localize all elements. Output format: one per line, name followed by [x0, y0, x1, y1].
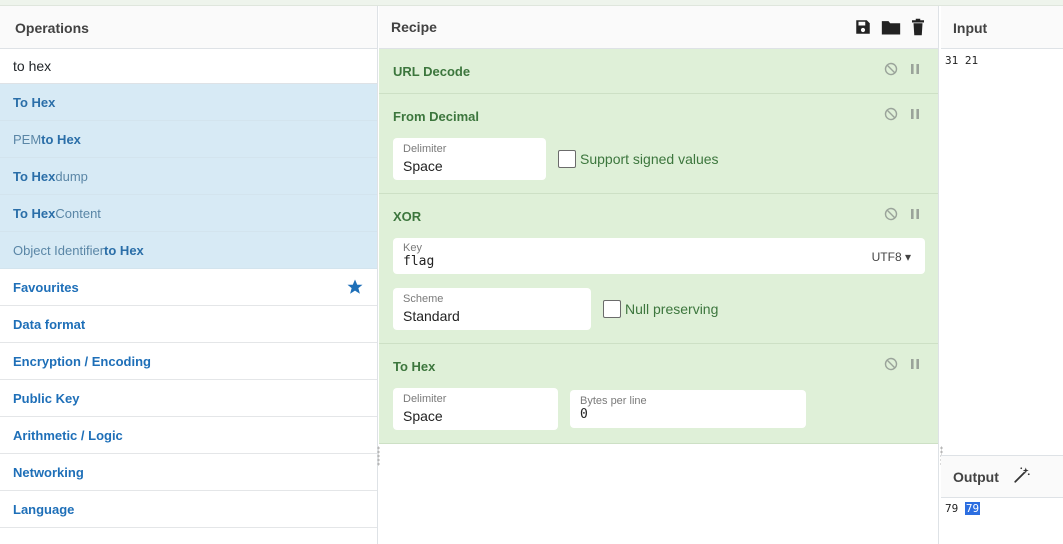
- disable-icon[interactable]: [884, 62, 898, 76]
- recipe-step-xor[interactable]: XOR Key flag UTF8 ▾ Scheme Standard Null…: [379, 194, 938, 344]
- xor-scheme-field[interactable]: Scheme Standard: [393, 288, 591, 330]
- search-result-to-hex[interactable]: To Hex: [0, 84, 377, 121]
- pause-icon[interactable]: [910, 358, 920, 370]
- xor-key-field[interactable]: Key flag UTF8 ▾: [393, 238, 925, 274]
- recipe-panel: Recipe URL Decode From Decimal Delimiter…: [377, 6, 939, 544]
- delimiter-field[interactable]: Delimiter Space: [393, 138, 546, 180]
- step-title: XOR: [393, 209, 422, 224]
- recipe-step-to-hex[interactable]: To Hex Delimiter Space Bytes per line 0: [379, 344, 938, 444]
- output-selection: 79: [964, 502, 981, 515]
- magic-wand-icon[interactable]: [1013, 466, 1031, 487]
- search-result-object-identifier-to-hex[interactable]: Object Identifier to Hex: [0, 232, 377, 269]
- category-arithmetic-logic[interactable]: Arithmetic / Logic: [0, 417, 377, 454]
- pause-icon[interactable]: [910, 63, 920, 75]
- resize-handle-left[interactable]: [377, 446, 380, 466]
- to-hex-delimiter-field[interactable]: Delimiter Space: [393, 388, 558, 430]
- recipe-title: Recipe: [391, 19, 437, 35]
- pause-icon[interactable]: [910, 208, 920, 220]
- search-result-to-hexdump[interactable]: To Hex dump: [0, 158, 377, 195]
- step-title: From Decimal: [393, 109, 479, 124]
- io-panel: Input 31 21 Output 79 79: [940, 6, 1063, 544]
- output-header: Output: [941, 455, 1063, 498]
- search-result-pem-to-hex[interactable]: PEM to Hex: [0, 121, 377, 158]
- null-preserving-checkbox[interactable]: Null preserving: [603, 300, 718, 318]
- output-title: Output: [953, 468, 999, 485]
- input-title: Input: [941, 6, 1063, 49]
- recipe-step-url-decode[interactable]: URL Decode: [379, 49, 938, 94]
- bytes-per-line-field[interactable]: Bytes per line 0: [570, 390, 806, 428]
- output-textarea[interactable]: 79 79: [941, 502, 984, 515]
- category-language[interactable]: Language: [0, 491, 377, 528]
- trash-icon[interactable]: [910, 18, 926, 36]
- input-textarea[interactable]: 31 21: [941, 49, 1063, 72]
- key-encoding-dropdown[interactable]: UTF8 ▾: [872, 250, 911, 264]
- folder-icon[interactable]: [881, 18, 901, 36]
- recipe-step-from-decimal[interactable]: From Decimal Delimiter Space Support sig…: [379, 94, 938, 194]
- disable-icon[interactable]: [884, 207, 898, 221]
- save-icon[interactable]: [854, 18, 872, 36]
- category-favourites[interactable]: Favourites: [0, 269, 377, 306]
- category-data-format[interactable]: Data format: [0, 306, 377, 343]
- caret-down-icon: ▾: [904, 250, 911, 264]
- operations-search-input[interactable]: to hex: [0, 49, 377, 84]
- recipe-toolbar: [854, 18, 926, 36]
- star-icon: [346, 278, 364, 296]
- disable-icon[interactable]: [884, 107, 898, 121]
- search-result-to-hex-content[interactable]: To Hex Content: [0, 195, 377, 232]
- category-public-key[interactable]: Public Key: [0, 380, 377, 417]
- step-title: To Hex: [393, 359, 436, 374]
- disable-icon[interactable]: [884, 357, 898, 371]
- category-encryption-encoding[interactable]: Encryption / Encoding: [0, 343, 377, 380]
- operations-title: Operations: [0, 6, 377, 49]
- operations-panel: Operations to hex To Hex PEM to Hex To H…: [0, 6, 378, 544]
- support-signed-checkbox[interactable]: Support signed values: [558, 150, 719, 168]
- pause-icon[interactable]: [910, 108, 920, 120]
- step-title: URL Decode: [393, 64, 471, 79]
- category-networking[interactable]: Networking: [0, 454, 377, 491]
- recipe-header: Recipe: [379, 6, 938, 49]
